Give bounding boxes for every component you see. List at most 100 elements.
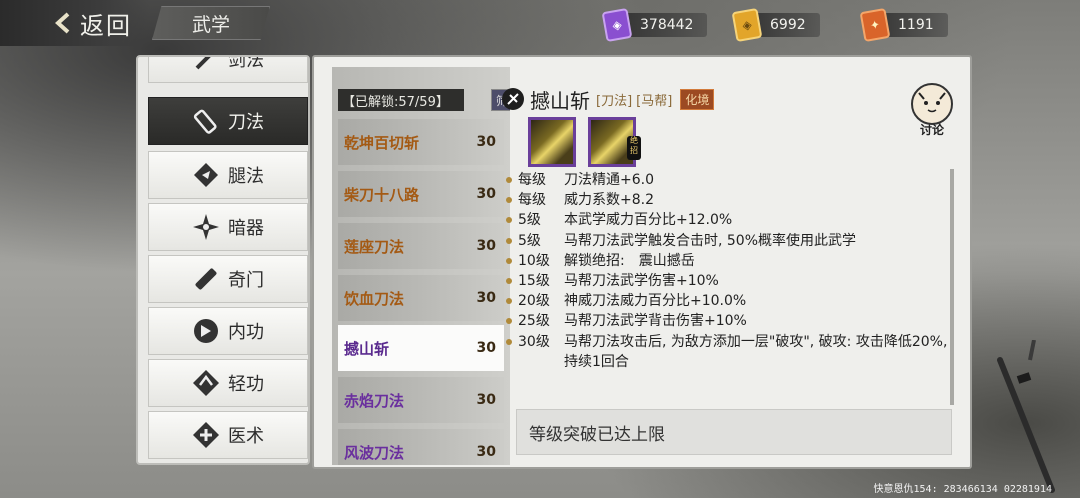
- medicine-icon: [192, 421, 220, 449]
- skill-list-item[interactable]: 赤焰刀法 30: [338, 377, 504, 423]
- skill-list-item[interactable]: 风波刀法 30: [338, 429, 504, 465]
- sword-decoration-icon: [997, 340, 1055, 493]
- effect-level: 每级: [518, 172, 546, 188]
- skill-item-level: 30: [476, 444, 496, 460]
- kick-icon: [192, 161, 220, 189]
- skill-name: 撼山斩: [530, 88, 590, 113]
- gold-token-icon: ◈: [731, 7, 763, 43]
- effect-level: 5级: [518, 232, 541, 249]
- skill-list-item[interactable]: 饮血刀法 30: [338, 275, 504, 321]
- back-label: 返回: [80, 11, 132, 40]
- skill-item-name: 风波刀法: [344, 443, 405, 462]
- sidebar-item-hidden-weapon[interactable]: 暗器: [148, 203, 308, 251]
- realm-badge: 化境: [680, 88, 715, 110]
- ultimate-badge: 绝招: [627, 136, 641, 160]
- sidebar-item-inner-power[interactable]: 内功: [148, 307, 308, 355]
- effect-row: 25级 马帮刀法武学背击伤害+10%: [506, 311, 956, 331]
- sidebar-item-label: 轻功: [228, 374, 264, 395]
- skill-item-name: 莲座刀法: [344, 237, 405, 256]
- effect-level: 15级: [518, 273, 550, 290]
- purple-token-icon: ◈: [601, 7, 633, 43]
- effect-text: 神威刀法威力百分比+10.0%: [564, 293, 747, 310]
- inner-power-icon: [192, 317, 220, 345]
- footer-id: 快意恩仇154: 283466134 02281914: [873, 484, 1052, 495]
- effect-row: 30级 马帮刀法攻击后, 为敌方添加一层"破攻", 破攻: 攻击降低20%, 持续…: [506, 332, 956, 372]
- chevron-left-icon: [55, 12, 70, 34]
- discuss-button[interactable]: 讨论: [908, 83, 956, 137]
- skill-effects-list: 每级 刀法精通+6.0 每级 威力系数+8.2 5级 本武学威力百分比+12.0% 5…: [506, 170, 956, 372]
- currency-value: 6992: [770, 17, 806, 33]
- sidebar-item-label: 内功: [228, 322, 264, 343]
- skill-item-name: 柴刀十八路: [344, 185, 420, 204]
- effect-row: 每级 威力系数+8.2: [506, 190, 956, 210]
- sidebar-item-blade[interactable]: 刀法: [148, 97, 308, 145]
- page-title: 武学: [191, 13, 230, 36]
- shuriken-icon: [192, 213, 220, 241]
- effect-text: 马帮刀法武学伤害+10%: [564, 273, 719, 290]
- sidebar-item-label: 医术: [228, 426, 264, 447]
- school-emblem-icon: [502, 88, 524, 110]
- skill-school-tag: [马帮]: [636, 93, 673, 109]
- skill-type-tag: [刀法]: [596, 93, 633, 109]
- sidebar-item-label: 腿法: [228, 166, 264, 187]
- category-sidebar: 剑法 刀法 腿法 暗器 奇门 内功 轻功 医术: [136, 55, 310, 465]
- sidebar-item-label: 剑法: [228, 55, 264, 71]
- sidebar-item-sword[interactable]: 剑法: [148, 55, 308, 83]
- qinggong-icon: [192, 369, 220, 397]
- back-button[interactable]: 返回: [0, 0, 150, 46]
- scrollbar-thumb[interactable]: [950, 169, 954, 405]
- effect-level: 每级: [518, 192, 546, 209]
- sidebar-item-kick[interactable]: 腿法: [148, 151, 308, 199]
- effect-level: 20级: [518, 293, 550, 310]
- skill-item-level: 30: [476, 340, 496, 356]
- sidebar-item-medicine[interactable]: 医术: [148, 411, 308, 459]
- effect-level: 30级: [518, 333, 550, 350]
- sidebar-item-label: 刀法: [228, 112, 264, 133]
- skill-list-item[interactable]: 柴刀十八路 30: [338, 171, 504, 217]
- effect-level: 5级: [518, 212, 541, 229]
- effect-row: 每级 刀法精通+6.0: [506, 170, 956, 190]
- unlock-count: 【已解锁:57/59】: [338, 89, 464, 111]
- effect-text: 马帮刀法武学背击伤害+10%: [564, 313, 747, 330]
- sidebar-item-qinggong[interactable]: 轻功: [148, 359, 308, 407]
- skill-item-level: 30: [476, 134, 496, 150]
- effect-row: 5级 本武学威力百分比+12.0%: [506, 210, 956, 230]
- skill-move-icon[interactable]: [528, 117, 576, 167]
- skill-list-item[interactable]: 莲座刀法 30: [338, 223, 504, 269]
- sidebar-item-label: 奇门: [228, 270, 264, 291]
- effect-row: 15级 马帮刀法武学伤害+10%: [506, 271, 956, 291]
- sword-icon: [192, 57, 220, 73]
- ultimate-move-icon[interactable]: 绝招: [588, 117, 641, 167]
- currency-purple[interactable]: ◈ 378442: [601, 7, 708, 43]
- effect-level: 25级: [518, 313, 550, 330]
- effect-level: 10级: [518, 252, 550, 269]
- sidebar-item-label: 暗器: [228, 218, 264, 239]
- skill-item-name: 赤焰刀法: [344, 391, 405, 410]
- effect-row: 20级 神威刀法威力百分比+10.0%: [506, 291, 956, 311]
- currency-value: 1191: [898, 17, 934, 33]
- skill-item-level: 30: [476, 290, 496, 306]
- top-bar: 返回 武学 ◈ 378442 ◈ 6992 ✦ 1191: [0, 0, 1080, 48]
- skill-move-icons: 绝招: [528, 117, 648, 167]
- effects-scrollbar[interactable]: [950, 169, 954, 405]
- effect-text: 马帮刀法攻击后, 为敌方添加一层"破攻", 破攻: 攻击降低20%, 持续1回合: [564, 333, 948, 370]
- effect-text: 解锁绝招: 震山撼岳: [564, 252, 695, 269]
- blade-icon: [192, 107, 220, 135]
- skill-list[interactable]: 【已解锁:57/59】 筛 乾坤百切斩 30 柴刀十八路 30 莲座刀法 30 …: [332, 67, 510, 465]
- currency-fire[interactable]: ✦ 1191: [859, 7, 948, 43]
- fire-token-icon: ✦: [859, 7, 891, 43]
- skill-item-name: 撼山斩: [344, 339, 390, 358]
- skill-item-name: 乾坤百切斩: [344, 133, 420, 152]
- breakthrough-status: 等级突破已达上限: [516, 409, 952, 455]
- sidebar-item-odd-weapon[interactable]: 奇门: [148, 255, 308, 303]
- skill-detail-header: 撼山斩 [刀法] [马帮] 化境: [502, 85, 952, 113]
- skill-item-level: 30: [476, 238, 496, 254]
- currency-value: 378442: [640, 17, 694, 33]
- currency-gold[interactable]: ◈ 6992: [731, 7, 820, 43]
- skill-list-item[interactable]: 乾坤百切斩 30: [338, 119, 504, 165]
- skill-panel: 【已解锁:57/59】 筛 乾坤百切斩 30 柴刀十八路 30 莲座刀法 30 …: [312, 55, 972, 469]
- skill-item-level: 30: [476, 392, 496, 408]
- odd-weapon-icon: [192, 265, 220, 293]
- skill-list-item-selected[interactable]: 撼山斩 30: [338, 325, 504, 371]
- effect-text: 刀法精通+6.0: [564, 172, 654, 188]
